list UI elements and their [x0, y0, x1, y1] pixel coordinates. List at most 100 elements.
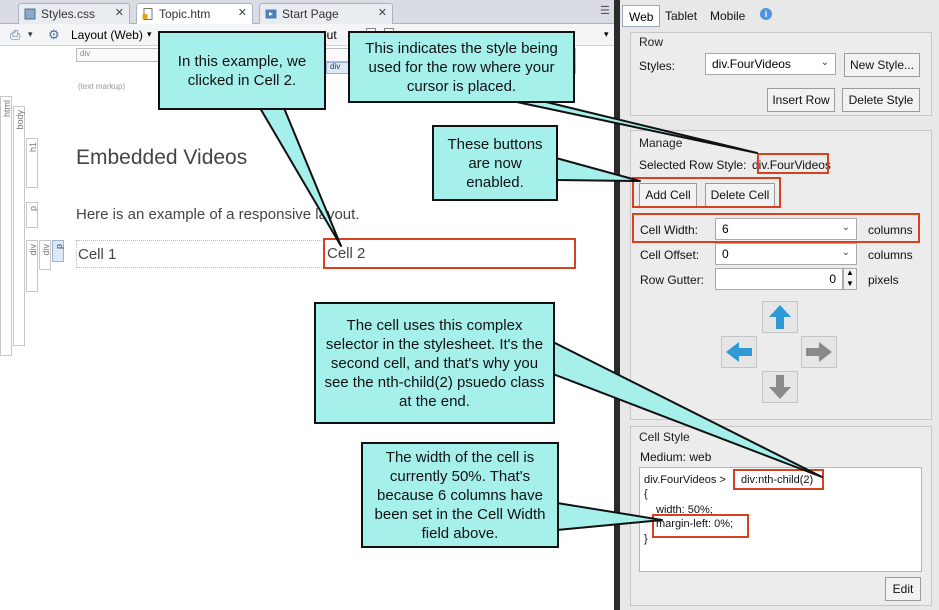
text-markup-label: (text markup)	[78, 82, 126, 91]
structure-label: h1	[28, 142, 38, 153]
edit-button[interactable]: Edit	[885, 577, 921, 601]
structure-label: p	[28, 206, 38, 212]
callout-text: These buttons are now enabled.	[447, 135, 543, 191]
tab-label: Styles.css	[41, 7, 96, 21]
arrow-up-icon	[769, 305, 791, 329]
structure-bar-div[interactable]: div	[26, 240, 38, 292]
styles-select[interactable]: div.FourVideos ⌄	[705, 53, 836, 75]
highlight-cell-width	[632, 213, 920, 243]
row-gutter-input[interactable]: 0	[715, 268, 843, 290]
move-up-button[interactable]	[762, 301, 798, 333]
highlight-margin	[652, 514, 749, 538]
page-paragraph: Here is an example of a responsive layou…	[76, 206, 360, 223]
chevron-down-icon[interactable]: ▾	[147, 29, 152, 40]
structure-label: p	[54, 244, 64, 250]
tab-label: Web	[629, 10, 654, 24]
highlight-row-style	[757, 153, 829, 174]
row-gutter-label: Row Gutter:	[640, 273, 705, 287]
selected-row-style-label: Selected Row Style:	[639, 158, 747, 172]
move-right-button[interactable]	[801, 336, 837, 368]
cell-text: Cell 2	[327, 245, 366, 262]
callout-selector: The cell uses this complex selector in t…	[314, 302, 555, 424]
row-gutter-value: 0	[829, 272, 836, 286]
structure-bar-html[interactable]: html	[0, 96, 12, 356]
tab-start-page[interactable]: Start Page ✕	[259, 3, 393, 24]
tab-tablet[interactable]: Tablet	[665, 9, 697, 23]
close-icon[interactable]: ✕	[238, 6, 247, 19]
tab-mobile[interactable]: Mobile	[710, 9, 745, 23]
callout-width: The width of the cell is currently 50%. …	[361, 442, 559, 548]
css-file-icon	[24, 8, 36, 20]
layout-icon: ⚙	[48, 27, 60, 42]
page-heading: Embedded Videos	[76, 146, 248, 169]
tab-styles-css[interactable]: Styles.css ✕	[18, 3, 130, 24]
chevron-down-icon: ⌄	[820, 57, 829, 68]
group-title: Row	[639, 35, 664, 49]
structure-label: div	[41, 244, 51, 256]
structure-bar-div[interactable]: div	[39, 240, 51, 270]
chevron-down-icon: ⌄	[841, 247, 850, 258]
structure-label: div	[28, 244, 38, 256]
structure-bar-h1[interactable]: h1	[26, 138, 38, 188]
group-title: Cell Style	[639, 430, 690, 444]
callout-text: The width of the cell is currently 50%. …	[374, 448, 546, 542]
layout-cell-2[interactable]: Cell 2	[323, 238, 576, 269]
chevron-down-icon[interactable]: ▼	[846, 279, 854, 288]
move-left-button[interactable]	[721, 336, 757, 368]
preview-icon[interactable]: ⎙	[10, 27, 20, 43]
callout-clicked-cell: In this example, we clicked in Cell 2.	[158, 31, 326, 110]
structure-bar-body[interactable]: body	[13, 106, 25, 346]
callout-text: In this example, we clicked in Cell 2.	[177, 52, 307, 89]
chevron-down-icon[interactable]: ▾	[604, 29, 609, 40]
chevron-up-icon[interactable]: ▲	[846, 268, 854, 277]
cell-text: Cell 1	[78, 246, 117, 263]
row-gutter-unit: pixels	[868, 273, 899, 287]
arrow-left-icon	[726, 342, 752, 362]
move-down-button[interactable]	[762, 371, 798, 403]
start-page-icon	[265, 9, 277, 19]
layout-mode-dropdown[interactable]: Layout (Web)	[71, 28, 143, 42]
info-icon[interactable]: i	[760, 8, 772, 20]
callout-text: This indicates the style being used for …	[365, 39, 558, 95]
structure-bar-p-selected[interactable]: p	[52, 240, 64, 262]
tab-label: Start Page	[282, 7, 339, 21]
layout-cell-1[interactable]: Cell 1	[76, 240, 324, 268]
cell-offset-value: 0	[722, 247, 729, 261]
close-icon[interactable]: ✕	[115, 6, 124, 19]
highlight-cell-buttons	[632, 177, 781, 208]
code-brace-open: {	[644, 488, 648, 500]
callout-text: The cell uses this complex selector in t…	[324, 316, 545, 410]
structure-label: html	[2, 100, 12, 118]
arrow-right-icon	[806, 342, 832, 362]
structure-label: body	[15, 110, 25, 130]
delete-style-button[interactable]: Delete Style	[842, 88, 920, 112]
document-tab-bar: Styles.css ✕ Topic.htm ✕ Start Page ✕ ☰	[0, 0, 614, 25]
chevron-down-icon[interactable]: ▾	[28, 29, 33, 40]
styles-label: Styles:	[639, 59, 676, 73]
tab-menu-icon[interactable]: ☰	[600, 4, 610, 17]
structure-label: div	[330, 62, 341, 71]
tab-web[interactable]: Web	[622, 5, 660, 27]
code-selector-prefix: div.FourVideos >	[644, 474, 726, 486]
cell-offset-label: Cell Offset:	[640, 248, 700, 262]
highlight-selector	[733, 469, 824, 490]
callout-buttons-enabled: These buttons are now enabled.	[432, 125, 558, 201]
htm-file-icon	[142, 8, 153, 20]
callout-row-style: This indicates the style being used for …	[348, 31, 575, 103]
arrow-down-icon	[769, 375, 791, 399]
structure-label: div	[80, 49, 91, 58]
cell-offset-unit: columns	[868, 248, 913, 262]
tab-topic-htm[interactable]: Topic.htm ✕	[136, 3, 253, 25]
group-title: Manage	[639, 136, 683, 150]
medium-label: Medium: web	[640, 450, 712, 464]
row-group: Row Styles: div.FourVideos ⌄ New Style..…	[630, 32, 932, 116]
close-icon[interactable]: ✕	[378, 6, 387, 19]
new-style-button[interactable]: New Style...	[844, 53, 920, 77]
code-brace-close: }	[644, 533, 648, 545]
tab-label: Topic.htm	[159, 7, 211, 21]
structure-bar-p[interactable]: p	[26, 202, 38, 228]
row-gutter-stepper[interactable]: ▲ ▼	[843, 268, 857, 290]
insert-row-button[interactable]: Insert Row	[767, 88, 835, 112]
styles-value: div.FourVideos	[712, 57, 791, 71]
cell-offset-select[interactable]: 0 ⌄	[715, 243, 857, 265]
